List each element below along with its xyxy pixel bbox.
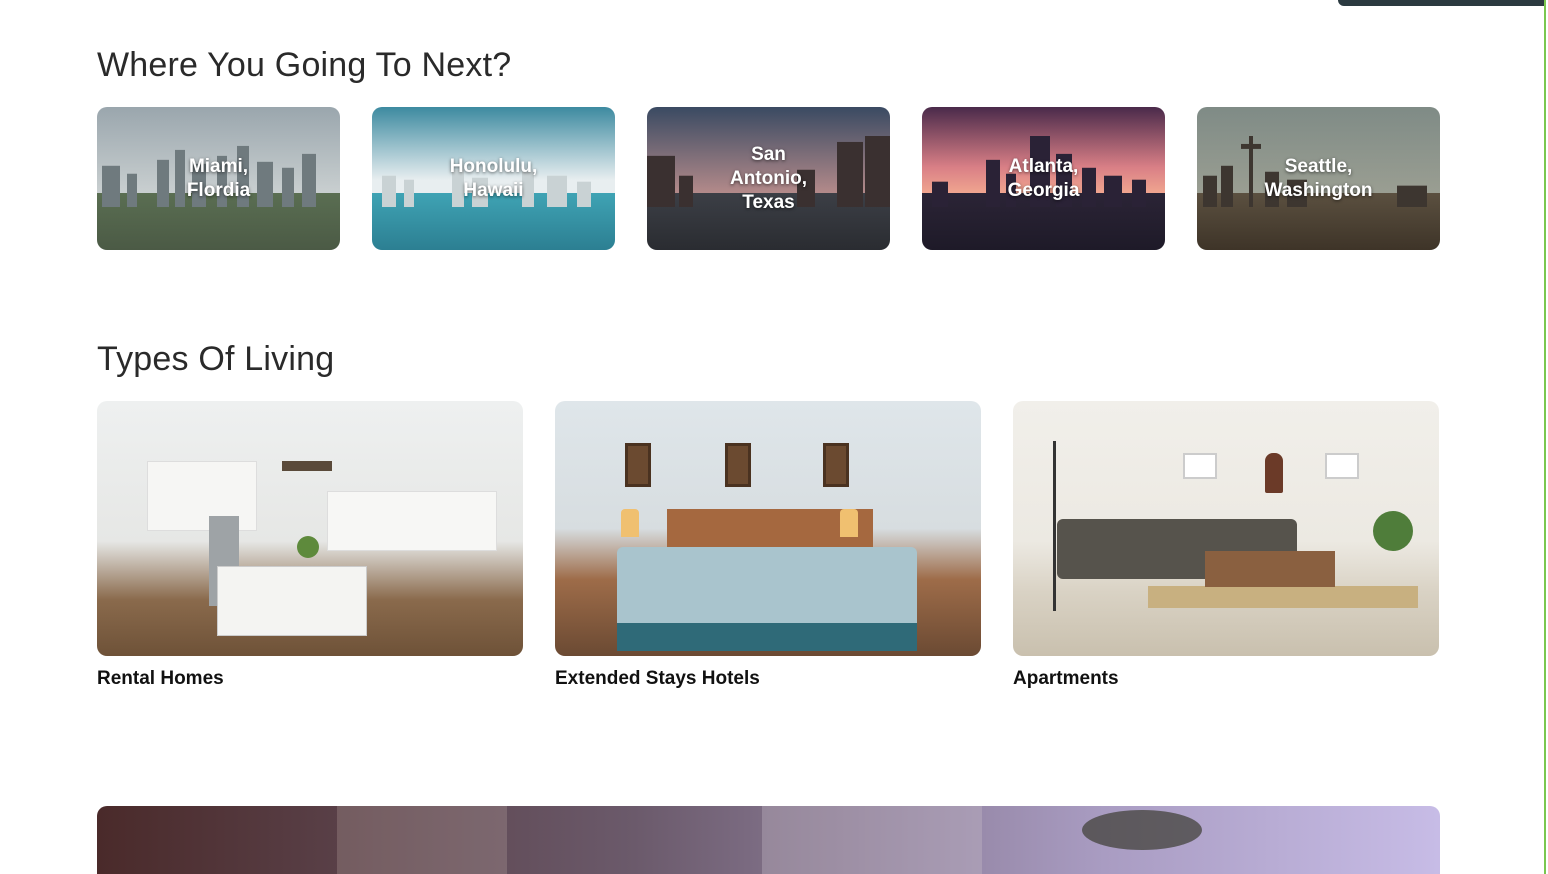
island-shape: [217, 566, 367, 636]
coffee-table-shape: [1205, 551, 1335, 587]
destination-label: Miami, Flordia: [186, 155, 251, 201]
rug-shape: [1148, 586, 1418, 608]
destinations-title: Where You Going To Next?: [97, 46, 512, 84]
street-lamp-shape: [1082, 810, 1202, 850]
destinations-list: Miami, Flordia Honolulu, Hawaii San Anto…: [97, 107, 1440, 250]
building-shape: [337, 806, 507, 874]
destination-label: Atlanta, Georgia: [1007, 155, 1080, 201]
edge-line: [1544, 0, 1546, 874]
top-bar: [1338, 0, 1544, 6]
living-card-extended-stays-hotels[interactable]: Extended Stays Hotels: [555, 401, 981, 690]
living-types-list: Rental Homes Extended Stays Hotels Apart…: [97, 401, 1439, 690]
building-shape: [762, 806, 982, 874]
clock-shape: [1265, 453, 1283, 493]
cabinet-shape: [147, 461, 257, 531]
lamp-shape: [840, 509, 858, 537]
kitchen-image: [97, 401, 523, 656]
pendant-light-shape: [282, 461, 332, 471]
page: Where You Going To Next? Miami, Flordia: [0, 0, 1548, 874]
destination-card-miami[interactable]: Miami, Flordia: [97, 107, 340, 250]
destination-card-honolulu[interactable]: Honolulu, Hawaii: [372, 107, 615, 250]
cabinet-shape: [327, 491, 497, 551]
living-label: Rental Homes: [97, 668, 224, 689]
living-card-rental-homes[interactable]: Rental Homes: [97, 401, 523, 690]
lamp-shape: [621, 509, 639, 537]
frame-shape: [823, 443, 849, 487]
hotel-room-image: [555, 401, 981, 656]
destination-card-seattle[interactable]: Seattle, Washington: [1197, 107, 1440, 250]
frame-shape: [725, 443, 751, 487]
plant-shape: [1373, 511, 1413, 551]
destination-card-san-antonio[interactable]: San Antonio, Texas: [647, 107, 890, 250]
hero-banner: [97, 806, 1440, 874]
destination-card-atlanta[interactable]: Atlanta, Georgia: [922, 107, 1165, 250]
window-shape: [1183, 453, 1217, 479]
window-shape: [1325, 453, 1359, 479]
lamp-stand-shape: [1053, 441, 1056, 611]
bedskirt-shape: [617, 623, 917, 651]
destination-label: Honolulu, Hawaii: [449, 155, 538, 201]
living-label: Apartments: [1013, 668, 1119, 689]
frame-shape: [625, 443, 651, 487]
living-card-apartments[interactable]: Apartments: [1013, 401, 1439, 690]
plant-shape: [297, 536, 319, 558]
destination-label: Seattle, Washington: [1264, 155, 1373, 201]
living-types-title: Types Of Living: [97, 340, 335, 378]
destination-label: San Antonio, Texas: [729, 143, 808, 213]
living-room-image: [1013, 401, 1439, 656]
living-label: Extended Stays Hotels: [555, 668, 760, 689]
